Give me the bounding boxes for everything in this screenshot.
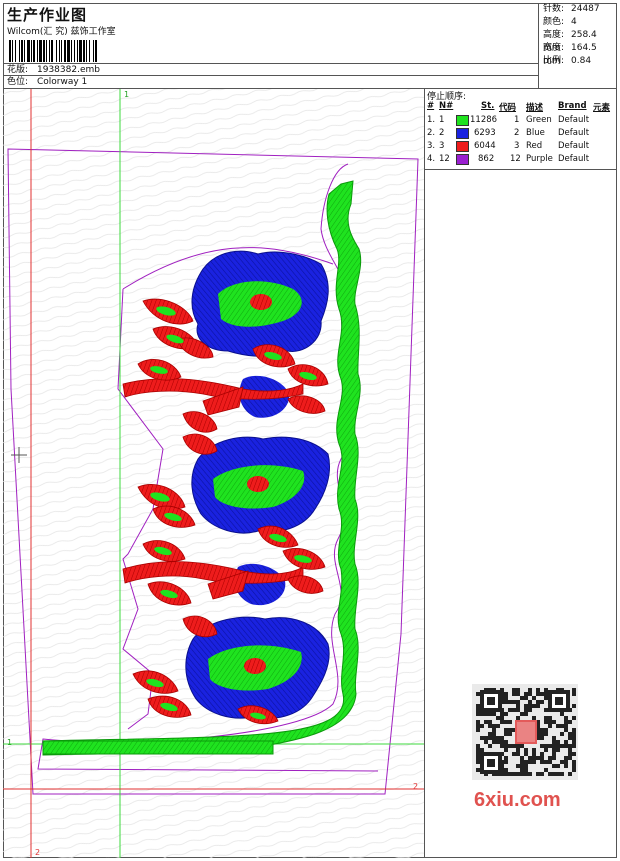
col-element: 元素 bbox=[593, 103, 611, 113]
watermark-logo: 6xiu.com bbox=[474, 789, 561, 811]
col-code: 代码 bbox=[499, 103, 517, 113]
color-swatch bbox=[456, 128, 469, 139]
stop-row[interactable]: 2. 2 6293 2 Blue Default bbox=[425, 127, 617, 140]
stop-row[interactable]: 3. 3 6044 3 Red Default bbox=[425, 140, 617, 153]
color-swatch bbox=[456, 154, 469, 165]
axis-label-bottom: 2 bbox=[35, 848, 40, 857]
stat-colors: 颜色: 4 bbox=[543, 17, 577, 27]
stat-stitches: 针数: 24487 bbox=[543, 4, 600, 14]
colorway-value: Colorway 1 bbox=[37, 77, 88, 87]
axis-label-right: 2 bbox=[413, 782, 418, 791]
stop-sequence-panel: 停止顺序: # N# St. 代码 描述 Brand 元素 1. 1 11286… bbox=[425, 89, 617, 170]
axis-label-top: 1 bbox=[124, 90, 129, 99]
barcode-icon bbox=[9, 40, 97, 62]
color-swatch bbox=[456, 141, 469, 152]
col-index: # bbox=[427, 101, 435, 111]
stat-width: 宽度: 164.5 mm bbox=[543, 43, 597, 66]
design-canvas[interactable]: 1 1 2 2 bbox=[3, 89, 425, 858]
col-stitches: St. bbox=[481, 101, 495, 111]
col-desc: 描述 bbox=[526, 103, 544, 113]
file-row: 花版: 1938382.emb bbox=[3, 63, 539, 75]
colorway-label: 色位: bbox=[7, 77, 29, 87]
col-needle: N# bbox=[439, 101, 454, 111]
stat-height: 高度: 258.4 mm bbox=[543, 30, 597, 53]
stats-panel: 针数: 24487 颜色: 4 高度: 258.4 mm 宽度: 164.5 mm 比例… bbox=[540, 3, 617, 88]
stat-scale: 比例: 0.84 bbox=[543, 56, 592, 66]
flower-top bbox=[191, 250, 329, 357]
colorway-row: 色位: Colorway 1 bbox=[3, 75, 539, 88]
green-bottom-band bbox=[42, 740, 274, 755]
header-info: 生产作业图 Wilcom(汇 究) 兹饰工作室 花版: 1938382.emb 色… bbox=[3, 3, 539, 88]
qr-code-icon bbox=[472, 684, 578, 780]
axis-label-left: 1 bbox=[7, 738, 12, 747]
company-name: Wilcom(汇 究) 兹饰工作室 bbox=[7, 27, 116, 37]
page-title: 生产作业图 bbox=[7, 6, 88, 24]
embroidery-preview: 1 1 2 2 bbox=[3, 89, 424, 858]
stop-row[interactable]: 1. 1 11286 1 Green Default bbox=[425, 114, 617, 127]
header: 生产作业图 Wilcom(汇 究) 兹饰工作室 花版: 1938382.emb 色… bbox=[3, 3, 617, 89]
col-brand: Brand bbox=[558, 101, 587, 111]
color-swatch bbox=[456, 115, 469, 126]
stop-row[interactable]: 4. 12 862 12 Purple Default bbox=[425, 153, 617, 166]
file-name: 1938382.emb bbox=[37, 65, 100, 75]
